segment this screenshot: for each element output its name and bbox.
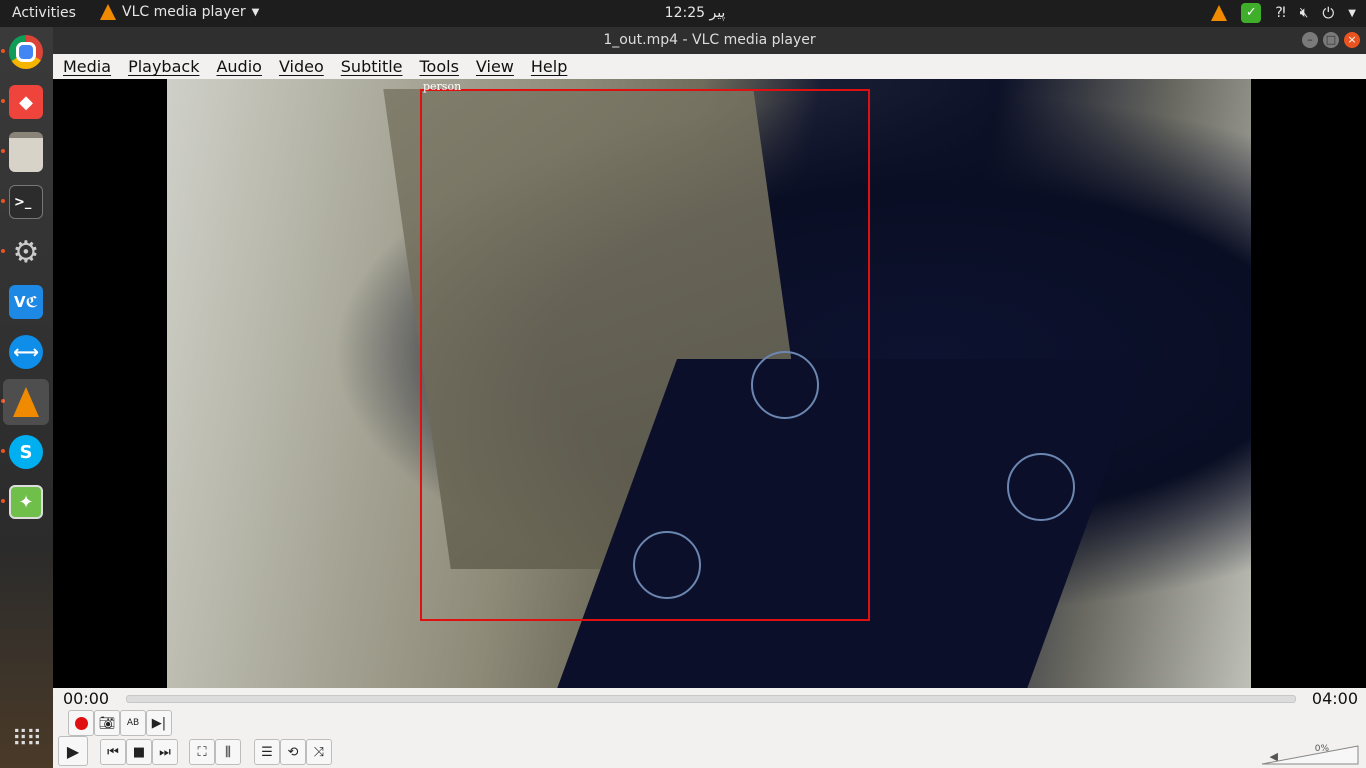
close-button[interactable]: × [1344,32,1360,48]
playback-controls: 00:00 04:00 📷︎ AB ▶| ▶ ⏮ ■ ⏭ ⛶ ⫼ ☰ ⟲ ⤨ ◀… [53,688,1366,768]
app-menu[interactable]: VLC media player ▼ [100,4,259,20]
dock-chrome[interactable] [3,29,49,75]
loop-button[interactable]: ⟲ [280,739,306,765]
record-icon [74,716,88,730]
dock-teamviewer[interactable]: ⟷ [3,329,49,375]
detection-label: person [423,80,462,93]
menu-playback[interactable]: Playback [118,54,206,79]
clock[interactable]: 12:25 پیر [640,5,750,21]
chrome-icon [9,35,43,69]
frame-step-icon: ▶| [151,715,167,731]
stop-icon: ■ [132,744,146,760]
network-icon[interactable]: ⁈ [1275,5,1285,21]
menu-view[interactable]: View [466,54,521,79]
activities-button[interactable]: Activities [12,5,76,21]
minimize-button[interactable]: – [1302,32,1318,48]
files-icon [9,132,43,172]
ab-loop-icon: AB [126,718,140,728]
anydesk-icon: ◆ [9,85,43,119]
skype-icon: S [9,435,43,469]
loop-icon: ⟲ [287,744,299,760]
next-icon: ⏭ [159,744,171,760]
seek-bar[interactable] [126,695,1296,703]
menu-media[interactable]: Media [53,54,118,79]
power-icon[interactable]: ⏻ [1322,4,1334,22]
next-button[interactable]: ⏭ [152,739,178,765]
playlist-button[interactable]: ☰ [254,739,280,765]
shuffle-icon: ⤨ [313,744,325,760]
dock-image-viewer[interactable]: ✦ [3,479,49,525]
dock-vscode[interactable]: Vℭ [3,279,49,325]
system-tray[interactable]: ✓ ⁈ 🔇︎ ⏻ ▼ [1211,3,1356,23]
top-bar: Activities VLC media player ▼ 12:25 پیر … [0,0,1366,27]
app-menu-label: VLC media player [122,4,246,20]
window-titlebar[interactable]: 1_out.mp4 - VLC media player – □ × [53,27,1366,54]
menu-help[interactable]: Help [521,54,574,79]
stop-button[interactable]: ■ [126,739,152,765]
camera-icon: 📷︎ [98,715,116,731]
maximize-button[interactable]: □ [1323,32,1339,48]
frame-step-button[interactable]: ▶| [146,710,172,736]
show-applications-button[interactable]: ⠿⠿ [3,717,49,763]
fullscreen-icon: ⛶ [197,744,207,760]
previous-button[interactable]: ⏮ [100,739,126,765]
dock-vlc[interactable] [3,379,49,425]
equalizer-icon: ⫼ [225,744,231,760]
vlc-icon [13,387,39,417]
volume-muted-icon[interactable]: 🔇︎ [1300,5,1309,21]
extended-settings-button[interactable]: ⫼ [215,739,241,765]
chevron-down-icon: ▼ [251,6,260,18]
snapshot-button[interactable]: 📷︎ [94,710,120,736]
record-button[interactable] [68,710,94,736]
update-check-icon[interactable]: ✓ [1241,3,1262,23]
vlc-icon [100,4,116,20]
dock-settings[interactable]: ⚙ [3,229,49,275]
dock-skype[interactable]: S [3,429,49,475]
dock: ◆ >_ ⚙ Vℭ ⟷ S ✦ ⠿⠿ [0,27,53,768]
menu-tools[interactable]: Tools [410,54,466,79]
chevron-down-icon[interactable]: ▼ [1348,8,1356,19]
vscode-icon: Vℭ [9,285,43,319]
footprint-marker [1007,453,1075,521]
fullscreen-button[interactable]: ⛶ [189,739,215,765]
image-viewer-icon: ✦ [9,485,43,519]
dock-terminal[interactable]: >_ [3,179,49,225]
menu-audio[interactable]: Audio [206,54,268,79]
detection-box [420,89,870,621]
window-title: 1_out.mp4 - VLC media player [603,32,816,48]
video-area[interactable]: person [53,79,1366,688]
menu-bar: Media Playback Audio Video Subtitle Tool… [53,54,1366,79]
dock-files[interactable] [3,129,49,175]
terminal-icon: >_ [9,185,43,219]
total-time: 04:00 [1311,689,1358,708]
current-time: 00:00 [63,689,110,708]
shuffle-button[interactable]: ⤨ [306,739,332,765]
menu-subtitle[interactable]: Subtitle [331,54,410,79]
play-button[interactable]: ▶ [58,736,88,766]
ab-loop-button[interactable]: AB [120,710,146,736]
teamviewer-icon: ⟷ [9,335,43,369]
vlc-tray-icon[interactable] [1211,5,1228,21]
settings-icon: ⚙ [12,234,40,270]
dock-anydesk[interactable]: ◆ [3,79,49,125]
play-icon: ▶ [66,741,80,761]
menu-video[interactable]: Video [269,54,331,79]
playlist-icon: ☰ [261,744,273,760]
volume-slider[interactable] [1260,742,1360,766]
grid-icon: ⠿⠿ [11,727,42,752]
previous-icon: ⏮ [107,744,119,760]
